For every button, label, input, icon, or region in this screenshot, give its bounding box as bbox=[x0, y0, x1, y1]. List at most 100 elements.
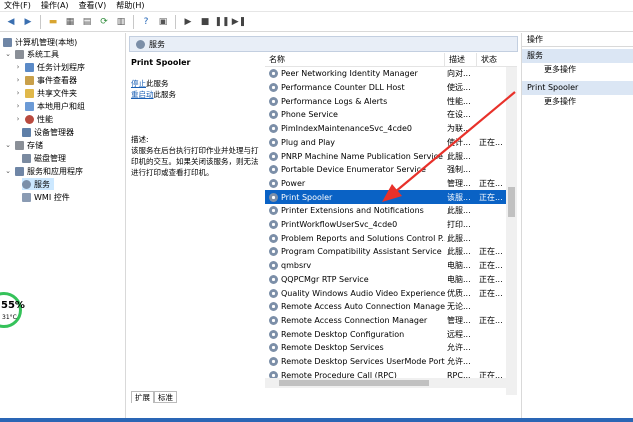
chevron-right-icon[interactable]: › bbox=[14, 115, 22, 123]
service-description-cell: 无论... bbox=[447, 302, 471, 312]
stop-service-link[interactable]: 停止 bbox=[131, 79, 146, 88]
actions-section-print-spooler[interactable]: Print Spooler bbox=[522, 81, 633, 95]
tree-services-apps[interactable]: ⌄ 服务和应用程序 bbox=[4, 165, 83, 177]
table-row[interactable]: PrintWorkflowUserSvc_4cde0 打印... bbox=[265, 218, 507, 232]
vertical-scrollbar[interactable] bbox=[506, 67, 517, 395]
actions-section-services[interactable]: 服务 bbox=[522, 49, 633, 63]
tree-services[interactable]: 服务 bbox=[22, 178, 54, 190]
table-row[interactable]: Portable Device Enumerator Service 强制... bbox=[265, 163, 507, 177]
table-row[interactable]: Printer Extensions and Notifications 此服..… bbox=[265, 204, 507, 218]
service-description-cell: 优质... bbox=[447, 288, 471, 298]
selected-service-title: Print Spooler bbox=[131, 58, 191, 67]
console-tree-icon[interactable]: ▦ bbox=[63, 15, 77, 29]
table-row[interactable]: Performance Logs & Alerts 性能... bbox=[265, 94, 507, 108]
table-row[interactable]: Print Spooler 该服... 正在... bbox=[265, 190, 507, 204]
service-description-cell: 电脑... bbox=[447, 274, 471, 284]
service-description-cell: 使计... bbox=[447, 137, 471, 147]
service-name-cell: Remote Access Auto Connection Manager bbox=[265, 302, 445, 312]
chevron-down-icon[interactable]: ⌄ bbox=[4, 167, 12, 175]
table-row[interactable]: Remote Desktop Services 允许... bbox=[265, 341, 507, 355]
table-row[interactable]: Peer Networking Identity Manager 向对... bbox=[265, 67, 507, 81]
menu-file[interactable]: 文件(F) bbox=[4, 0, 31, 12]
tree-performance[interactable]: › 性能 bbox=[14, 113, 53, 125]
folder-up-icon[interactable]: ▬ bbox=[46, 15, 60, 29]
table-row[interactable]: qmbsrv 电脑... 正在... bbox=[265, 259, 507, 273]
toolbar-separator bbox=[40, 14, 41, 29]
service-name-cell: Remote Desktop Services bbox=[265, 343, 445, 353]
stop-service-icon[interactable]: ■ bbox=[198, 15, 212, 29]
table-row[interactable]: Program Compatibility Assistant Service 此… bbox=[265, 245, 507, 259]
table-row[interactable]: Quality Windows Audio Video Experience 优质… bbox=[265, 286, 507, 300]
restart-service-icon[interactable]: ▶❚ bbox=[232, 15, 246, 29]
service-status-cell: 正在... bbox=[479, 137, 503, 147]
service-description-cell: 管理... bbox=[447, 178, 471, 188]
chevron-right-icon[interactable]: › bbox=[14, 89, 22, 97]
chevron-right-icon[interactable]: › bbox=[14, 102, 22, 110]
column-name[interactable]: 名称 bbox=[265, 53, 445, 66]
menu-help[interactable]: 帮助(H) bbox=[116, 0, 144, 12]
table-row[interactable]: Problem Reports and Solutions Control P.… bbox=[265, 231, 507, 245]
table-row[interactable]: Plug and Play 使计... 正在... bbox=[265, 136, 507, 150]
column-status[interactable]: 状态 bbox=[477, 53, 517, 66]
gear-icon bbox=[269, 178, 278, 188]
tree-local-users[interactable]: › 本地用户和组 bbox=[14, 100, 85, 112]
back-icon[interactable]: ◀ bbox=[4, 15, 18, 29]
tree-system-tools[interactable]: ⌄ 系统工具 bbox=[4, 48, 59, 60]
table-row[interactable]: Remote Desktop Configuration 远程... bbox=[265, 327, 507, 341]
service-status-cell: 正在... bbox=[479, 247, 503, 257]
gear-icon bbox=[269, 151, 278, 161]
menu-view[interactable]: 查看(V) bbox=[79, 0, 107, 12]
tree-wmi[interactable]: WMI 控件 bbox=[22, 191, 70, 203]
taskbar-edge bbox=[0, 418, 633, 422]
service-description-cell: 该服... bbox=[447, 192, 471, 202]
table-row[interactable]: Performance Counter DLL Host 使远... bbox=[265, 81, 507, 95]
more-actions-print-spooler[interactable]: 更多操作 bbox=[522, 95, 633, 109]
tree-task-scheduler[interactable]: › 任务计划程序 bbox=[14, 61, 85, 73]
table-row[interactable]: QQPCMgr RTP Service 电脑... 正在... bbox=[265, 273, 507, 287]
tree-root[interactable]: 计算机管理(本地) bbox=[3, 36, 77, 48]
tab-extended[interactable]: 扩展 bbox=[131, 391, 154, 403]
computer-icon bbox=[3, 37, 12, 47]
tab-standard[interactable]: 标准 bbox=[154, 391, 177, 403]
service-name-cell: Performance Logs & Alerts bbox=[265, 96, 445, 106]
device-manager-icon bbox=[22, 127, 31, 137]
forward-icon[interactable]: ▶ bbox=[21, 15, 35, 29]
chevron-down-icon[interactable]: ⌄ bbox=[4, 141, 12, 149]
properties-icon[interactable]: ▤ bbox=[80, 15, 94, 29]
horizontal-scrollbar[interactable] bbox=[265, 378, 506, 388]
table-row[interactable]: Remote Access Auto Connection Manager 无论.… bbox=[265, 300, 507, 314]
menu-bar: 文件(F) 操作(A) 查看(V) 帮助(H) bbox=[0, 0, 633, 12]
tree-device-manager[interactable]: 设备管理器 bbox=[22, 126, 74, 138]
tree-event-viewer[interactable]: › 事件查看器 bbox=[14, 74, 77, 86]
tree-disk-management[interactable]: 磁盘管理 bbox=[22, 152, 66, 164]
help-icon[interactable]: ? bbox=[139, 15, 153, 29]
more-actions-services[interactable]: 更多操作 bbox=[522, 63, 633, 77]
table-row[interactable]: PNRP Machine Name Publication Service 此服.… bbox=[265, 149, 507, 163]
table-row[interactable]: Power 管理... 正在... bbox=[265, 177, 507, 191]
tree-shared-folders[interactable]: › 共享文件夹 bbox=[14, 87, 77, 99]
show-hide-action-pane-icon[interactable]: ▣ bbox=[156, 15, 170, 29]
scroll-thumb[interactable] bbox=[279, 380, 429, 386]
pause-service-icon[interactable]: ❚❚ bbox=[214, 15, 229, 29]
gear-icon bbox=[269, 329, 278, 339]
menu-action[interactable]: 操作(A) bbox=[41, 0, 69, 12]
tree-storage[interactable]: ⌄ 存储 bbox=[4, 139, 43, 151]
service-status-cell: 正在... bbox=[479, 192, 503, 202]
users-icon bbox=[25, 101, 34, 111]
table-row[interactable]: Phone Service 在设... bbox=[265, 108, 507, 122]
table-row[interactable]: Remote Desktop Services UserMode Port ..… bbox=[265, 355, 507, 369]
chevron-down-icon[interactable]: ⌄ bbox=[4, 50, 12, 58]
chevron-right-icon[interactable]: › bbox=[14, 76, 22, 84]
service-description-cell: 此服... bbox=[447, 233, 471, 243]
export-list-icon[interactable]: ▥ bbox=[114, 15, 128, 29]
start-service-icon[interactable]: ▶ bbox=[181, 15, 195, 29]
table-row[interactable]: PimIndexMaintenanceSvc_4cde0 为联... bbox=[265, 122, 507, 136]
service-description-cell: 使远... bbox=[447, 83, 471, 93]
column-description[interactable]: 描述 bbox=[445, 53, 477, 66]
services-list: 名称 描述 状态 Peer Networking Identity Manage… bbox=[265, 53, 517, 398]
restart-service-link[interactable]: 重启动 bbox=[131, 90, 154, 99]
chevron-right-icon[interactable]: › bbox=[14, 63, 22, 71]
scroll-thumb[interactable] bbox=[508, 187, 515, 217]
refresh-icon[interactable]: ⟳ bbox=[97, 15, 111, 29]
table-row[interactable]: Remote Access Connection Manager 管理... 正在.… bbox=[265, 314, 507, 328]
